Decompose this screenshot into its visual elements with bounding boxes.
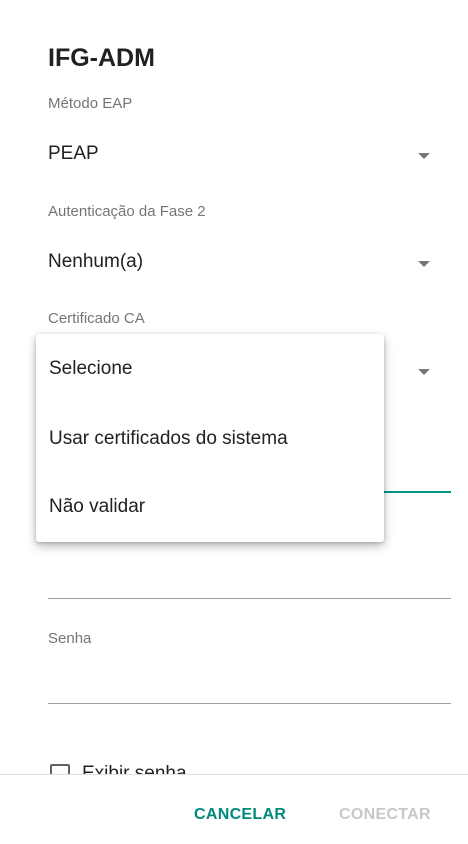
password-underline	[48, 703, 451, 704]
menu-item-use-system-certs[interactable]: Usar certificados do sistema	[49, 428, 288, 450]
menu-item-do-not-validate[interactable]: Não validar	[49, 496, 145, 518]
cancel-button[interactable]: CANCELAR	[194, 806, 286, 824]
show-password-checkbox[interactable]	[50, 764, 70, 774]
wifi-config-dialog: IFG-ADM Método EAP PEAP Autenticação da …	[0, 0, 468, 844]
ca-certificate-dropdown-menu: Selecione Usar certificados do sistema N…	[36, 334, 384, 542]
eap-method-spinner[interactable]: PEAP	[48, 137, 448, 173]
menu-item-select[interactable]: Selecione	[49, 358, 132, 380]
phase2-auth-spinner[interactable]: Nenhum(a)	[48, 245, 448, 281]
phase2-auth-label: Autenticação da Fase 2	[48, 203, 206, 220]
dropdown-arrow-icon	[418, 261, 430, 267]
show-password-row[interactable]: Exibir senha	[48, 760, 468, 774]
connect-button[interactable]: CONECTAR	[339, 806, 431, 824]
show-password-label: Exibir senha	[82, 763, 187, 774]
password-label: Senha	[48, 630, 92, 647]
ca-certificate-label: Certificado CA	[48, 310, 145, 327]
dropdown-arrow-icon	[418, 369, 430, 375]
field-underline	[48, 598, 451, 599]
eap-method-label: Método EAP	[48, 95, 133, 112]
dialog-title: IFG-ADM	[48, 44, 155, 72]
eap-method-value: PEAP	[48, 143, 99, 164]
dialog-footer: CANCELAR CONECTAR	[0, 775, 468, 844]
phase2-auth-value: Nenhum(a)	[48, 251, 144, 272]
password-input[interactable]	[48, 660, 448, 702]
dropdown-arrow-icon	[418, 153, 430, 159]
